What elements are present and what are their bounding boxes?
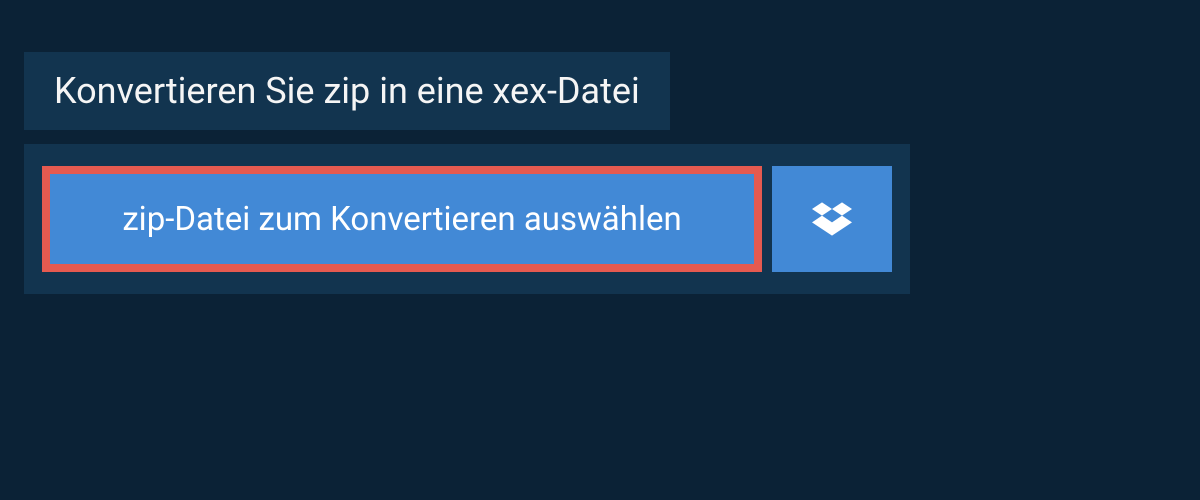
page-title: Konvertieren Sie zip in eine xex-Datei <box>24 52 670 130</box>
select-file-button[interactable]: zip-Datei zum Konvertieren auswählen <box>42 166 762 272</box>
dropbox-button[interactable] <box>772 166 892 272</box>
page-title-text: Konvertieren Sie zip in eine xex-Datei <box>54 70 640 112</box>
select-file-button-label: zip-Datei zum Konvertieren auswählen <box>122 200 681 239</box>
dropbox-icon <box>812 199 852 239</box>
file-select-panel: zip-Datei zum Konvertieren auswählen <box>24 144 910 294</box>
